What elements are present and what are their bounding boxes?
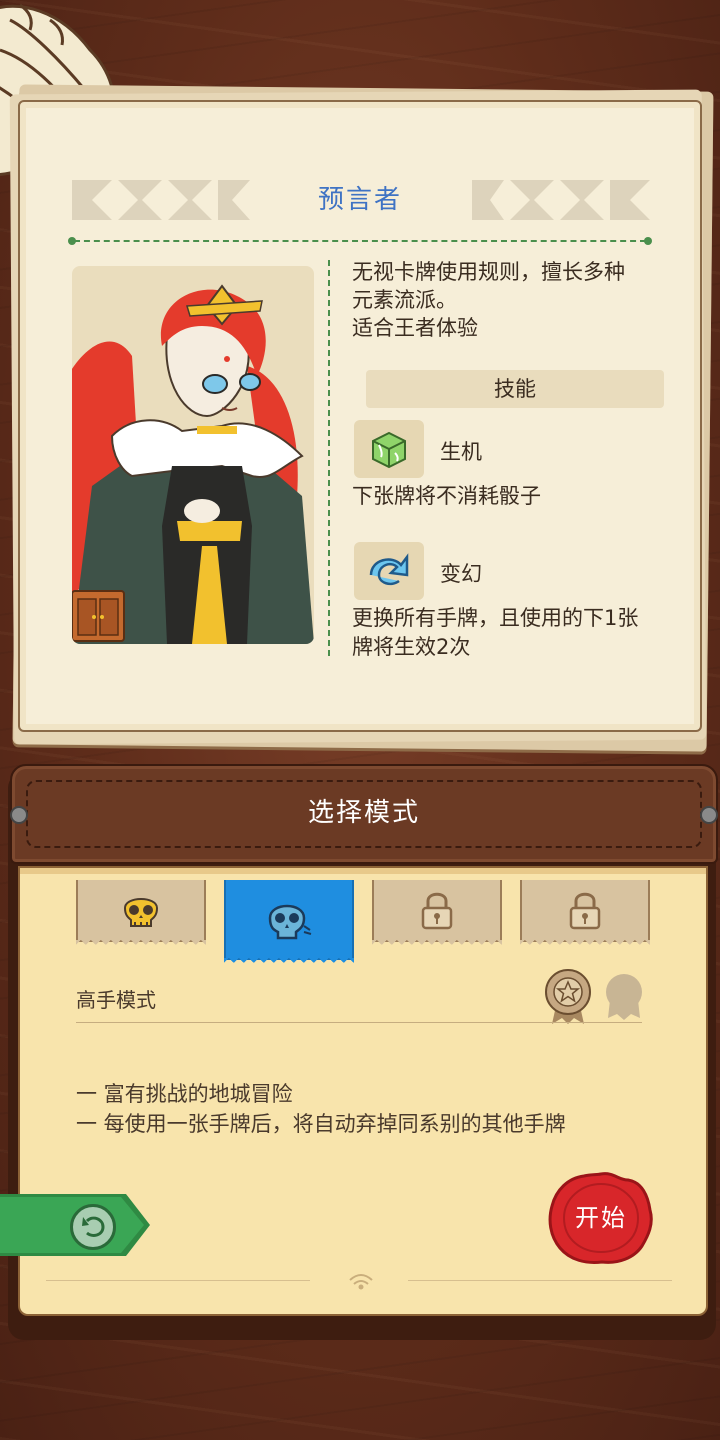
mode-description-line: 一 每使用一张手牌后，将自动弃掉同系别的其他手牌 [76,1112,566,1136]
character-description: 无视卡牌使用规则，擅长多种 元素流派。 适合王者体验 [352,258,682,342]
title-ornament-left [72,180,250,220]
skill-description: 下张牌将不消耗骰子 [352,484,541,508]
skill-name: 生机 [440,440,482,464]
start-button-label[interactable]: 开始 [548,1198,654,1233]
mode-tab-normal[interactable] [76,880,206,950]
mode-tab-locked-1[interactable] [372,880,502,950]
vertical-divider [328,260,330,656]
footer-divider [408,1280,672,1281]
title-ornament-right [472,180,650,220]
skill-description: 更换所有手牌，且使用的下1张 [352,606,639,630]
padlock-icon [421,892,453,930]
mode-panel-header: 选择模式 [10,764,718,864]
mode-tab-expert[interactable] [224,880,354,968]
padlock-icon [569,892,601,930]
skill-name: 变幻 [440,562,482,586]
character-portrait [72,266,314,644]
blue-skull-icon [268,904,312,940]
star-medal-icon [545,969,591,1024]
skill-description: 牌将生效2次 [352,635,471,659]
mode-description-line: 一 富有挑战的地城冒险 [76,1082,293,1106]
mode-name-underline [76,1022,642,1023]
character-card: 预言者 无视卡牌使用规则，擅长多种 元素流派。 适合王者体验 技能 生机 下张牌… [18,100,702,732]
description-line: 无视卡牌使用规则，擅长多种 [352,260,625,284]
selected-mode-name: 高手模式 [76,988,156,1012]
return-arrow-icon[interactable] [70,1204,116,1250]
skills-header: 技能 [366,370,664,408]
mode-panel-title: 选择模式 [307,798,420,828]
character-name: 预言者 [317,185,402,215]
description-line: 元素流派。 [352,288,457,312]
description-line: 适合王者体验 [352,316,478,340]
prophet-illustration [72,284,314,644]
green-cube-icon[interactable] [354,420,424,478]
title-divider [68,237,652,245]
footer-divider [46,1280,310,1281]
golden-skull-icon [123,898,159,927]
mode-tab-locked-2[interactable] [520,880,650,950]
empty-medal-icon [606,974,642,1020]
swirl-arrow-icon[interactable] [354,542,424,600]
eye-ornament-icon [349,1274,373,1290]
